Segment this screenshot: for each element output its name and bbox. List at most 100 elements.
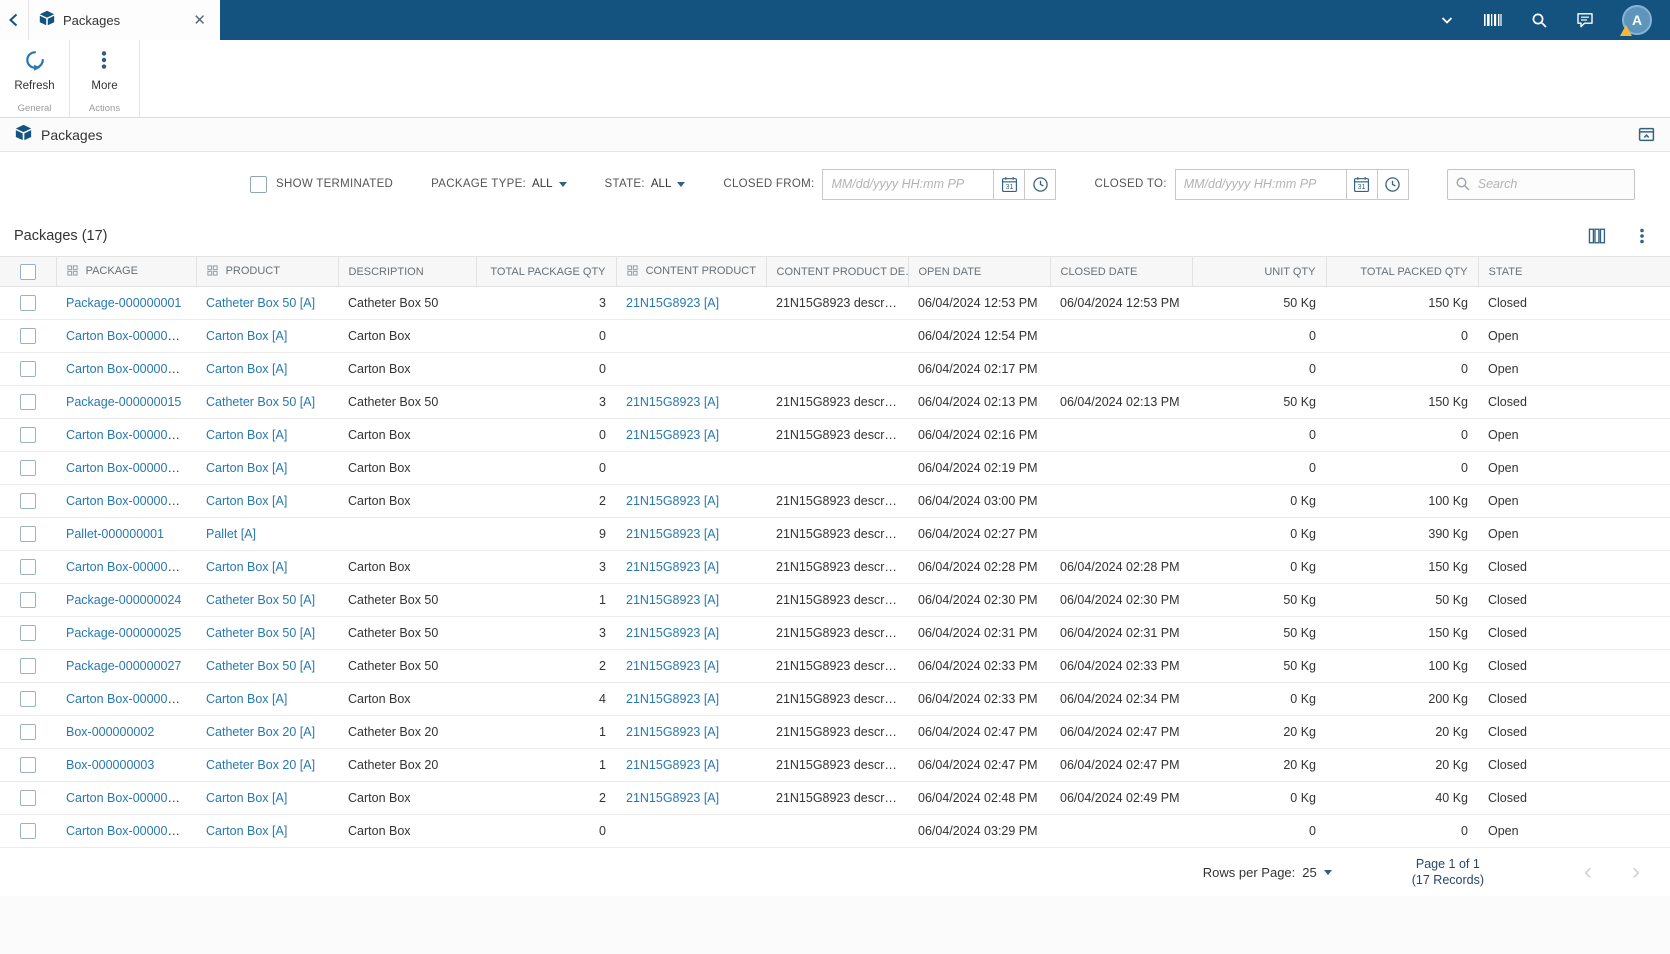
col-product[interactable]: PRODUCT	[196, 256, 339, 287]
row-checkbox[interactable]	[20, 526, 36, 542]
rows-per-page-dropdown[interactable]: Rows per Page: 25	[1203, 865, 1332, 880]
product-link[interactable]: Carton Box [A]	[206, 428, 287, 442]
product-link[interactable]: Catheter Box 50 [A]	[206, 296, 315, 310]
row-checkbox[interactable]	[20, 823, 36, 839]
column-chooser-icon[interactable]	[1588, 227, 1606, 245]
calendar-icon[interactable]: 31	[993, 168, 1026, 200]
row-checkbox[interactable]	[20, 328, 36, 344]
content-product-link[interactable]: 21N15G8923 [A]	[626, 725, 719, 739]
package-link[interactable]: Package-000000027	[66, 659, 181, 673]
search-input[interactable]	[1446, 168, 1635, 200]
package-link[interactable]: Carton Box-00000001	[66, 692, 188, 706]
package-type-dropdown[interactable]: PACKAGE TYPE: ALL	[431, 178, 567, 190]
product-link[interactable]: Catheter Box 50 [A]	[206, 659, 315, 673]
product-link[interactable]: Catheter Box 50 [A]	[206, 395, 315, 409]
col-content-product-desc[interactable]: CONTENT PRODUCT DE…	[766, 256, 909, 287]
next-page-icon[interactable]: ›	[1632, 860, 1640, 884]
row-checkbox[interactable]	[20, 625, 36, 641]
grid-menu-kebab-icon[interactable]	[1634, 227, 1650, 245]
prev-page-icon[interactable]: ‹	[1584, 860, 1592, 884]
chevron-down-icon[interactable]	[1439, 12, 1455, 28]
package-link[interactable]: Package-000000015	[66, 395, 181, 409]
row-checkbox[interactable]	[20, 757, 36, 773]
product-link[interactable]: Catheter Box 20 [A]	[206, 758, 315, 772]
content-product-link[interactable]: 21N15G8923 [A]	[626, 494, 719, 508]
refresh-button[interactable]: Refresh	[14, 49, 55, 92]
package-link[interactable]: Carton Box-00000001	[66, 824, 188, 838]
row-checkbox[interactable]	[20, 361, 36, 377]
product-link[interactable]: Catheter Box 50 [A]	[206, 593, 315, 607]
avatar[interactable]: A	[1620, 5, 1652, 36]
col-package[interactable]: PACKAGE	[56, 256, 197, 287]
col-open-date[interactable]: OPEN DATE	[908, 256, 1051, 287]
product-link[interactable]: Pallet [A]	[206, 527, 256, 541]
content-product-link[interactable]: 21N15G8923 [A]	[626, 626, 719, 640]
product-link[interactable]: Carton Box [A]	[206, 692, 287, 706]
content-product-link[interactable]: 21N15G8923 [A]	[626, 395, 719, 409]
back-icon[interactable]	[0, 12, 28, 28]
product-link[interactable]: Catheter Box 50 [A]	[206, 626, 315, 640]
row-checkbox[interactable]	[20, 394, 36, 410]
row-checkbox[interactable]	[20, 460, 36, 476]
content-product-link[interactable]: 21N15G8923 [A]	[626, 296, 719, 310]
col-total-packed-qty[interactable]: TOTAL PACKED QTY	[1326, 256, 1479, 287]
col-total-package-qty[interactable]: TOTAL PACKAGE QTY	[476, 256, 617, 287]
content-product-link[interactable]: 21N15G8923 [A]	[626, 791, 719, 805]
col-closed-date[interactable]: CLOSED DATE	[1050, 256, 1193, 287]
product-link[interactable]: Carton Box [A]	[206, 362, 287, 376]
package-link[interactable]: Carton Box-00000000	[66, 329, 188, 343]
product-link[interactable]: Carton Box [A]	[206, 329, 287, 343]
package-link[interactable]: Pallet-000000001	[66, 527, 164, 541]
select-all-checkbox[interactable]	[19, 263, 36, 280]
package-link[interactable]: Carton Box-00000000	[66, 362, 188, 376]
package-link[interactable]: Carton Box-00000000	[66, 494, 188, 508]
package-link[interactable]: Package-000000024	[66, 593, 181, 607]
package-link[interactable]: Package-000000001	[66, 296, 181, 310]
content-product-link[interactable]: 21N15G8923 [A]	[626, 593, 719, 607]
col-state[interactable]: STATE	[1478, 256, 1670, 287]
product-link[interactable]: Carton Box [A]	[206, 560, 287, 574]
content-product-link[interactable]: 21N15G8923 [A]	[626, 428, 719, 442]
package-link[interactable]: Carton Box-00000000	[66, 428, 188, 442]
clock-icon[interactable]	[1376, 168, 1409, 200]
tab-packages[interactable]: Packages ✕	[28, 0, 220, 40]
product-link[interactable]: Carton Box [A]	[206, 791, 287, 805]
package-link[interactable]: Box-000000002	[66, 725, 154, 739]
package-link[interactable]: Box-000000003	[66, 758, 154, 772]
row-checkbox[interactable]	[20, 592, 36, 608]
show-terminated-checkbox[interactable]: SHOW TERMINATED	[250, 175, 393, 193]
closed-from-input[interactable]	[822, 168, 995, 200]
chat-icon[interactable]	[1576, 11, 1594, 29]
package-link[interactable]: Carton Box-00000000	[66, 560, 188, 574]
clock-icon[interactable]	[1024, 168, 1057, 200]
content-product-link[interactable]: 21N15G8923 [A]	[626, 692, 719, 706]
product-link[interactable]: Carton Box [A]	[206, 494, 287, 508]
row-checkbox[interactable]	[20, 295, 36, 311]
product-link[interactable]: Carton Box [A]	[206, 461, 287, 475]
row-checkbox[interactable]	[20, 559, 36, 575]
product-link[interactable]: Catheter Box 20 [A]	[206, 725, 315, 739]
package-link[interactable]: Carton Box-00000000	[66, 461, 188, 475]
col-content-product[interactable]: CONTENT PRODUCT	[616, 256, 767, 287]
search-icon[interactable]	[1531, 12, 1548, 29]
tab-close-icon[interactable]: ✕	[189, 11, 210, 30]
content-product-link[interactable]: 21N15G8923 [A]	[626, 527, 719, 541]
package-link[interactable]: Package-000000025	[66, 626, 181, 640]
barcode-scan-icon[interactable]	[1483, 12, 1503, 28]
content-product-link[interactable]: 21N15G8923 [A]	[626, 560, 719, 574]
calendar-icon[interactable]: 31	[1345, 168, 1378, 200]
content-product-link[interactable]: 21N15G8923 [A]	[626, 659, 719, 673]
row-checkbox[interactable]	[20, 658, 36, 674]
row-checkbox[interactable]	[20, 691, 36, 707]
row-checkbox[interactable]	[20, 427, 36, 443]
row-checkbox[interactable]	[20, 493, 36, 509]
collapse-panel-icon[interactable]	[1638, 126, 1655, 143]
state-dropdown[interactable]: STATE: ALL	[605, 178, 686, 190]
row-checkbox[interactable]	[20, 724, 36, 740]
closed-to-input[interactable]	[1174, 168, 1347, 200]
product-link[interactable]: Carton Box [A]	[206, 824, 287, 838]
package-link[interactable]: Carton Box-00000001	[66, 791, 188, 805]
col-unit-qty[interactable]: UNIT QTY	[1192, 256, 1327, 287]
row-checkbox[interactable]	[20, 790, 36, 806]
content-product-link[interactable]: 21N15G8923 [A]	[626, 758, 719, 772]
